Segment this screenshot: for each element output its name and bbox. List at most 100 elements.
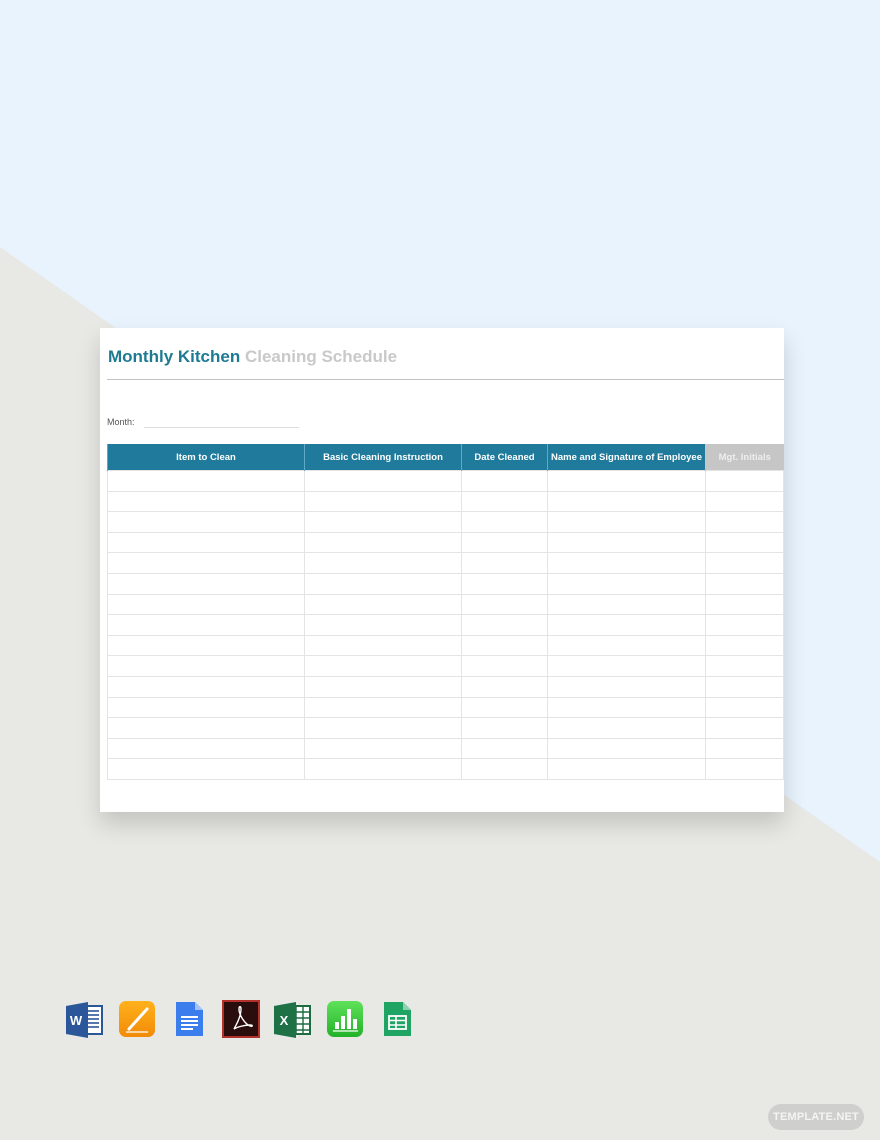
table-cell[interactable] [547,470,706,492]
table-cell[interactable] [705,737,784,760]
table-cell[interactable] [705,470,784,492]
table-row [107,531,784,554]
table-cell[interactable] [705,696,784,719]
table-cell[interactable] [304,758,462,780]
table-cell[interactable] [547,593,706,616]
table-cell[interactable] [705,758,784,780]
table-cell[interactable] [304,634,462,657]
table-cell[interactable] [304,675,462,698]
table-cell[interactable] [107,696,305,719]
table-cell[interactable] [547,511,706,533]
table-cell[interactable] [304,511,462,533]
table-cell[interactable] [107,511,305,533]
numbers-icon[interactable] [326,1000,364,1038]
table-cell[interactable] [461,490,548,513]
google-docs-icon[interactable] [170,1000,208,1038]
table-cell[interactable] [461,470,548,492]
table-cell[interactable] [547,490,706,513]
table-row [107,552,784,574]
table-row [107,593,784,616]
table-cell[interactable] [461,717,548,739]
table-cell[interactable] [705,572,784,595]
month-label: Month: [107,417,135,427]
table-row [107,655,784,677]
table-cell[interactable] [547,655,706,677]
table-cell[interactable] [107,758,305,780]
table-cell[interactable] [304,696,462,719]
table-cell[interactable] [304,470,462,492]
table-cell[interactable] [705,655,784,677]
table-cell[interactable] [304,552,462,574]
pdf-icon[interactable] [222,1000,260,1038]
table-cell[interactable] [107,572,305,595]
column-header-item: Item to Clean [107,444,305,471]
template-net-watermark: TEMPLATE.NET [768,1104,864,1130]
table-cell[interactable] [304,593,462,616]
google-sheets-icon[interactable] [378,1000,416,1038]
cleaning-schedule-table: Item to Clean Basic Cleaning Instruction… [107,444,784,780]
table-cell[interactable] [547,675,706,698]
table-cell[interactable] [107,634,305,657]
table-cell[interactable] [304,572,462,595]
table-cell[interactable] [547,696,706,719]
table-cell[interactable] [461,572,548,595]
table-cell[interactable] [547,758,706,780]
table-cell[interactable] [304,531,462,554]
table-cell[interactable] [705,675,784,698]
table-cell[interactable] [107,531,305,554]
table-cell[interactable] [107,655,305,677]
table-cell[interactable] [107,675,305,698]
table-cell[interactable] [107,552,305,574]
table-cell[interactable] [461,593,548,616]
table-cell[interactable] [705,511,784,533]
table-cell[interactable] [461,758,548,780]
table-cell[interactable] [461,552,548,574]
table-cell[interactable] [547,737,706,760]
table-cell[interactable] [547,531,706,554]
table-cell[interactable] [304,717,462,739]
excel-icon[interactable]: X [274,1000,312,1038]
table-cell[interactable] [107,490,305,513]
table-row [107,511,784,533]
table-cell[interactable] [461,511,548,533]
table-cell[interactable] [107,470,305,492]
table-cell[interactable] [705,634,784,657]
table-cell[interactable] [304,737,462,760]
table-cell[interactable] [304,614,462,636]
month-field[interactable] [144,427,299,428]
table-cell[interactable] [461,655,548,677]
table-cell[interactable] [705,717,784,739]
table-cell[interactable] [705,490,784,513]
table-cell[interactable] [461,696,548,719]
pages-icon[interactable] [118,1000,156,1038]
table-cell[interactable] [705,614,784,636]
table-cell[interactable] [547,634,706,657]
table-cell[interactable] [547,717,706,739]
table-cell[interactable] [461,634,548,657]
table-cell[interactable] [107,737,305,760]
column-header-initials: Mgt. Initials [705,444,784,471]
table-cell[interactable] [304,655,462,677]
table-cell[interactable] [461,675,548,698]
table-cell[interactable] [107,593,305,616]
table-cell[interactable] [107,717,305,739]
title-divider [107,379,784,380]
table-cell[interactable] [547,572,706,595]
table-cell[interactable] [107,614,305,636]
column-header-instruction: Basic Cleaning Instruction [304,444,462,471]
table-cell[interactable] [461,737,548,760]
table-cell[interactable] [705,593,784,616]
table-cell[interactable] [705,531,784,554]
table-row [107,717,784,739]
table-cell[interactable] [461,531,548,554]
table-cell[interactable] [705,552,784,574]
table-cell[interactable] [547,614,706,636]
word-icon[interactable]: W [66,1000,104,1038]
table-cell[interactable] [547,552,706,574]
table-cell[interactable] [304,490,462,513]
table-cell[interactable] [461,614,548,636]
title-secondary: Cleaning Schedule [244,347,398,366]
title-primary: Monthly Kitchen [108,347,241,366]
table-row [107,470,784,492]
column-header-date: Date Cleaned [461,444,548,471]
